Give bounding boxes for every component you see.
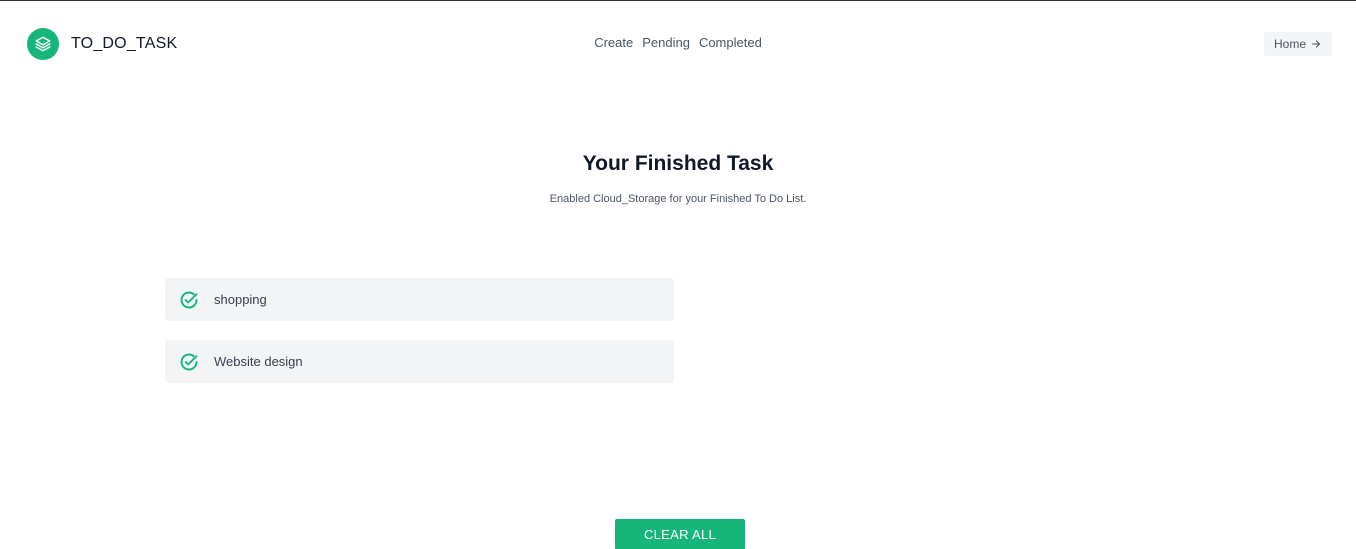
check-circle-icon <box>179 352 199 372</box>
task-label: shopping <box>214 292 267 307</box>
nav-create[interactable]: Create <box>594 35 633 50</box>
task-label: Website design <box>214 354 303 369</box>
arrow-right-icon <box>1311 40 1321 48</box>
clear-all-button[interactable]: CLEAR ALL <box>615 519 745 549</box>
header: TO_DO_TASK Create Pending Completed Home <box>0 1 1356 85</box>
page-title: Your Finished Task <box>582 152 774 175</box>
page: TO_DO_TASK Create Pending Completed Home… <box>0 0 1356 549</box>
page-subtitle: Enabled Cloud_Storage for your Finished … <box>549 193 807 205</box>
nav-pending[interactable]: Pending <box>642 35 690 50</box>
check-circle-icon <box>179 290 199 310</box>
home-label: Home <box>1273 37 1306 51</box>
main-nav: Create Pending Completed <box>0 35 1356 50</box>
nav-completed[interactable]: Completed <box>699 35 762 50</box>
task-item[interactable]: Website design <box>165 340 674 383</box>
home-button[interactable]: Home <box>1263 32 1332 56</box>
task-list: shopping Website design <box>165 278 674 402</box>
task-item[interactable]: shopping <box>165 278 674 321</box>
